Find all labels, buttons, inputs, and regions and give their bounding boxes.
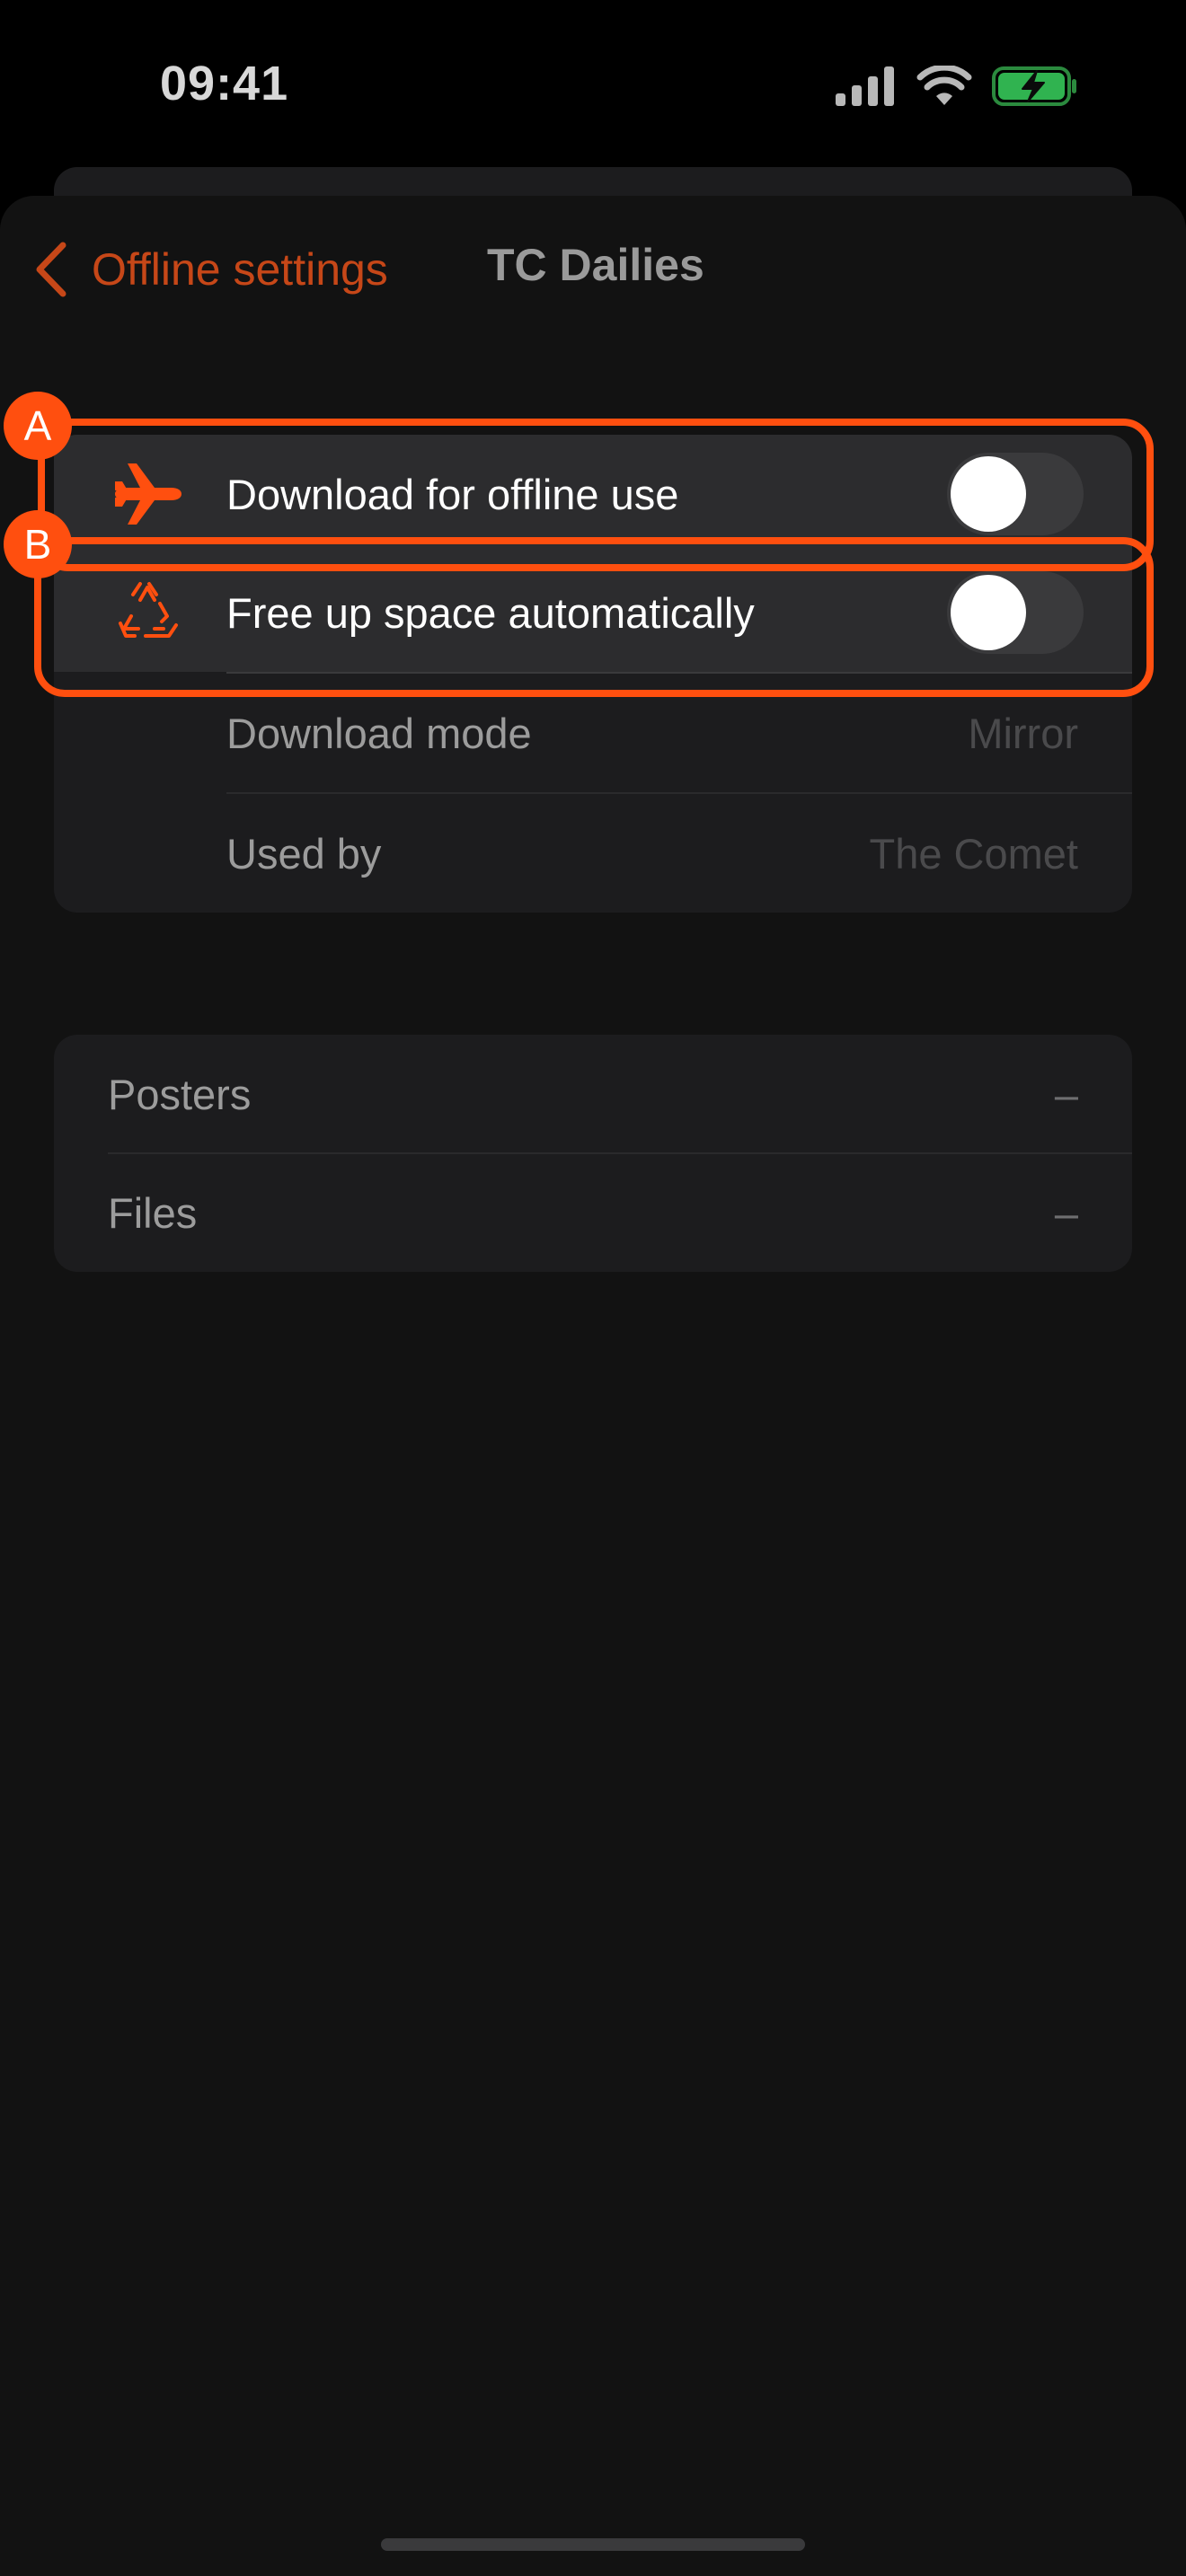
wifi-icon: [916, 66, 972, 105]
status-icons: [836, 65, 1078, 108]
home-indicator[interactable]: [381, 2538, 805, 2551]
used-by-row: Used by The Comet: [54, 794, 1132, 913]
files-row: Files –: [54, 1153, 1132, 1272]
used-by-label: Used by: [226, 829, 382, 878]
posters-value: –: [1054, 1070, 1078, 1118]
status-bar: 09:41: [0, 0, 1186, 180]
download-mode-value: Mirror: [968, 709, 1078, 757]
status-time: 09:41: [160, 57, 289, 110]
back-button[interactable]: Offline settings: [32, 235, 388, 304]
chevron-left-icon: [36, 242, 66, 297]
download-mode-label: Download mode: [226, 709, 532, 757]
callout-b-badge: B: [4, 510, 72, 578]
battery-charging-icon: [992, 66, 1076, 106]
posters-label: Posters: [108, 1070, 252, 1118]
callout-b-frame: [34, 537, 1154, 697]
back-label: Offline settings: [92, 244, 388, 295]
cellular-signal-icon: [836, 66, 894, 106]
storage-group: Posters – Files –: [54, 1035, 1132, 1272]
files-label: Files: [108, 1188, 198, 1237]
callout-a-badge: A: [4, 392, 72, 460]
used-by-value: The Comet: [869, 829, 1078, 878]
posters-row: Posters –: [54, 1035, 1132, 1153]
files-value: –: [1054, 1188, 1078, 1237]
page-title: TC Dailies: [487, 240, 704, 290]
